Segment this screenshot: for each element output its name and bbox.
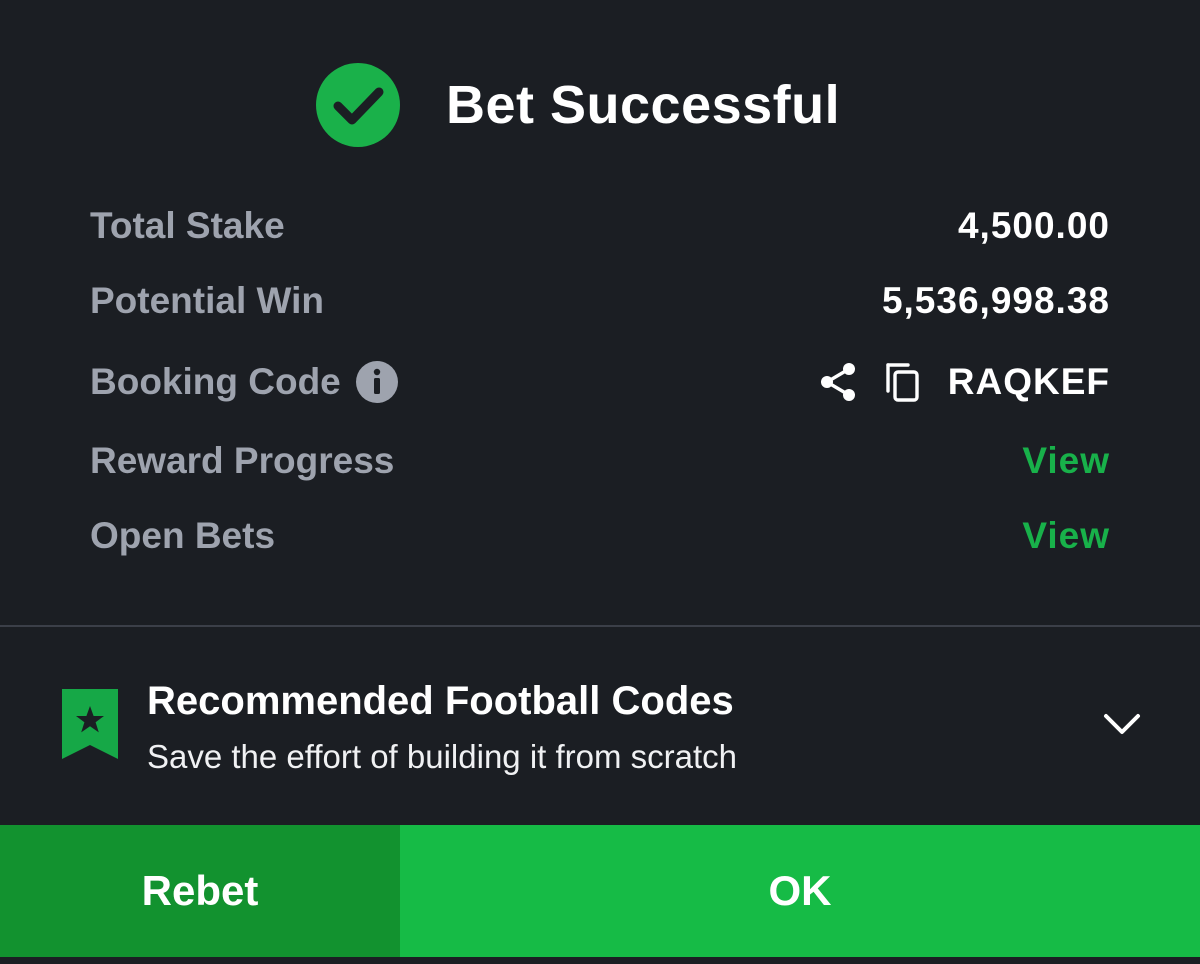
potential-win-value: 5,536,998.38 xyxy=(881,280,1110,321)
booking-code-label: Booking Code xyxy=(90,361,341,402)
bottom-edge xyxy=(0,957,1200,964)
open-bets-label: Open Bets xyxy=(90,515,276,556)
booking-code-row: Booking Code RAQKEF xyxy=(90,354,1110,410)
info-icon[interactable] xyxy=(355,360,399,404)
total-stake-label: Total Stake xyxy=(90,205,285,246)
open-bets-view-link[interactable]: View xyxy=(1022,508,1110,564)
recommended-subtitle: Save the effort of building it from scra… xyxy=(147,738,738,775)
reward-progress-label: Reward Progress xyxy=(90,440,395,481)
total-stake-row: Total Stake 4,500.00 xyxy=(90,198,1110,254)
share-icon[interactable] xyxy=(818,361,858,403)
reward-progress-view-link[interactable]: View xyxy=(1022,433,1110,489)
booking-code-value-group: RAQKEF xyxy=(818,354,1110,410)
booking-code-value[interactable]: RAQKEF xyxy=(948,354,1110,410)
recommended-title: Recommended Football Codes xyxy=(147,679,734,723)
recommended-codes-panel[interactable]: Recommended Football Codes Save the effo… xyxy=(0,627,1200,823)
rebet-button[interactable]: Rebet xyxy=(0,825,400,957)
copy-icon[interactable] xyxy=(884,361,922,403)
ok-button[interactable]: OK xyxy=(400,825,1200,957)
potential-win-label: Potential Win xyxy=(90,280,324,321)
reward-progress-row: Reward Progress View xyxy=(90,433,1110,489)
booking-code-label-group: Booking Code xyxy=(90,354,399,410)
chevron-down-icon[interactable] xyxy=(1100,707,1144,739)
potential-win-row: Potential Win 5,536,998.38 xyxy=(90,273,1110,329)
action-footer: Rebet OK xyxy=(0,825,1200,957)
check-circle-icon xyxy=(316,63,400,147)
open-bets-row: Open Bets View xyxy=(90,508,1110,564)
bookmark-star-icon xyxy=(62,689,118,764)
total-stake-value: 4,500.00 xyxy=(957,205,1110,246)
success-header: Bet Successful xyxy=(0,0,1200,200)
page-title: Bet Successful xyxy=(446,75,841,135)
